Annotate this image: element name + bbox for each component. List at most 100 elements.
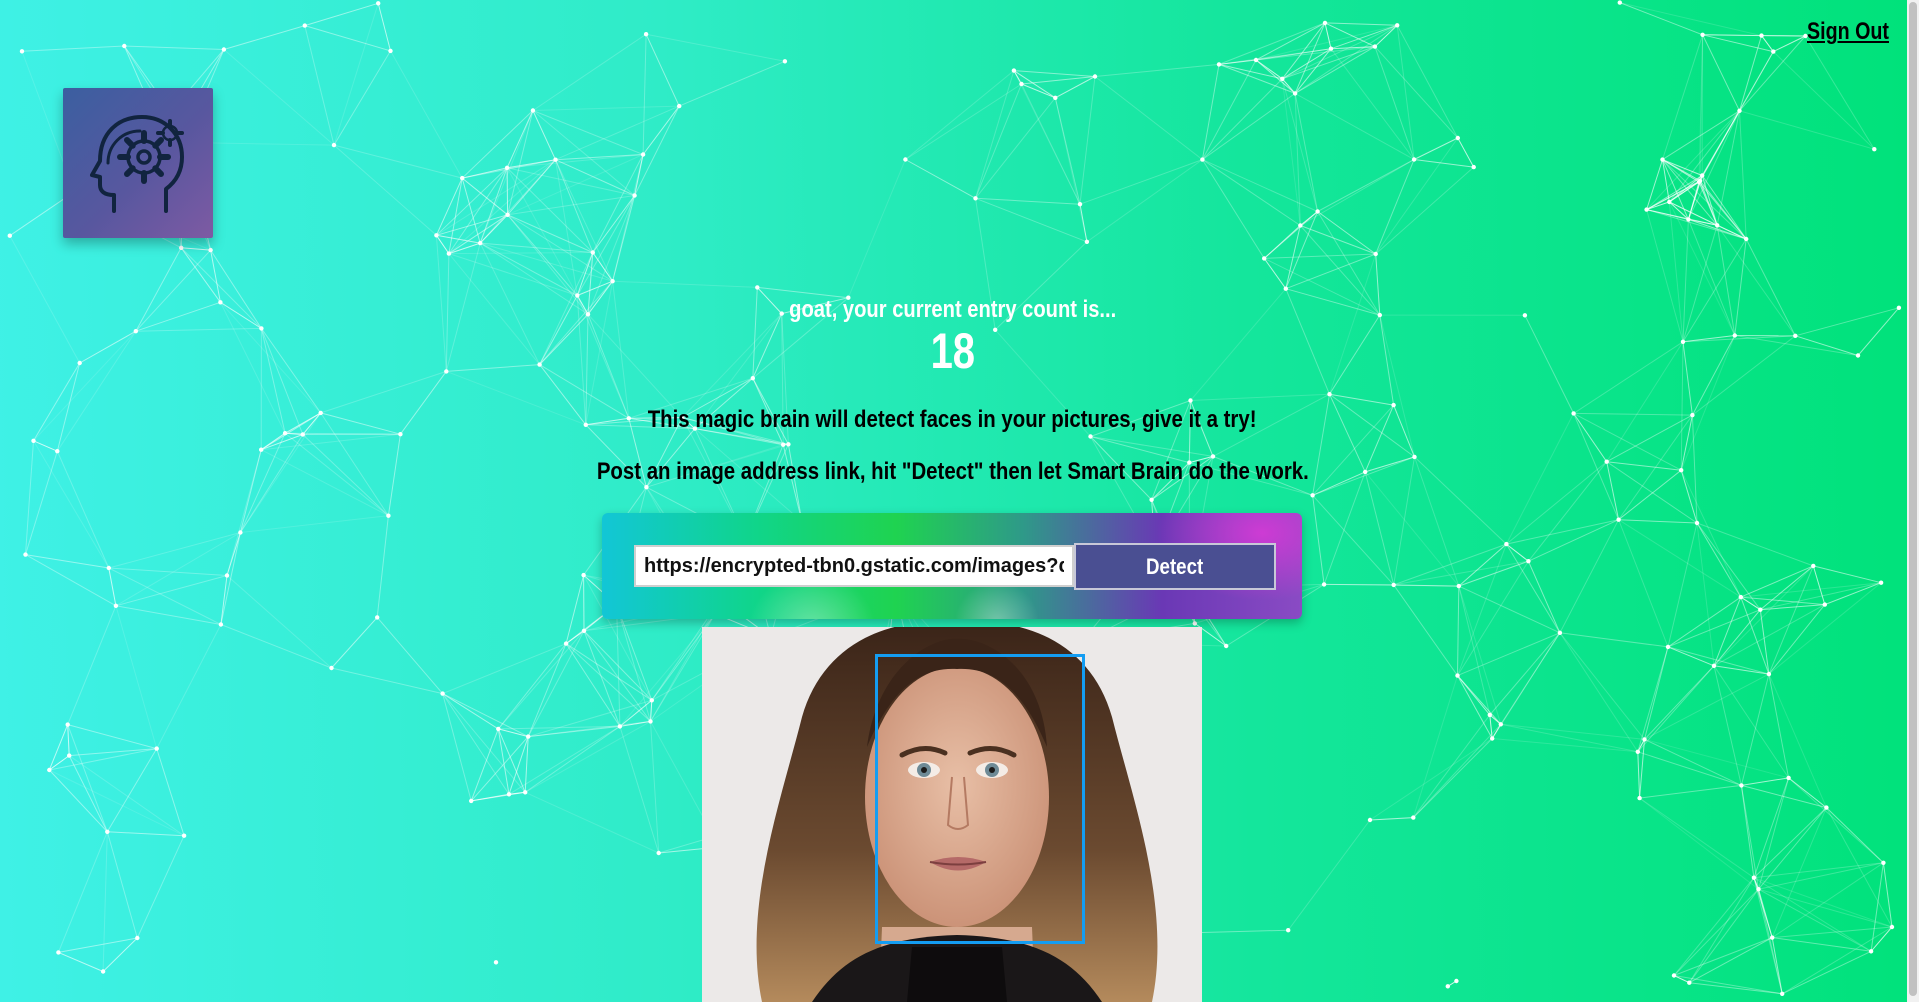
particle-link	[1300, 225, 1376, 255]
detect-button[interactable]: Detect	[1074, 543, 1276, 590]
particle-link	[49, 748, 157, 771]
particle-dot	[1786, 775, 1791, 781]
particle-link	[108, 567, 228, 576]
particle-dot	[106, 565, 112, 571]
particle-link	[1190, 393, 1330, 401]
particle-link	[1457, 632, 1561, 677]
particle-link	[470, 728, 499, 802]
particle-link	[115, 605, 158, 749]
particle-dot	[1315, 209, 1320, 214]
particle-link	[1759, 609, 1770, 675]
particle-link	[1330, 24, 1398, 50]
particle-link	[1500, 723, 1638, 753]
particle-link	[1369, 817, 1414, 821]
particle-link	[67, 605, 117, 725]
entry-rank: goat, your current entry count is... 18	[0, 296, 1905, 380]
particle-link	[1263, 258, 1287, 289]
particle-link	[1701, 175, 1747, 240]
particle-dot	[1192, 621, 1198, 626]
particle-dot	[640, 152, 646, 157]
particle-link	[1202, 159, 1301, 226]
particle-link	[905, 83, 1022, 160]
particle-link	[1781, 950, 1872, 995]
particle-link	[1689, 937, 1773, 984]
particle-dot	[1881, 860, 1886, 865]
particle-dot	[1262, 256, 1267, 261]
particle-link	[1701, 175, 1718, 226]
particle-dot	[1298, 223, 1303, 228]
particle-dot	[1504, 541, 1509, 547]
particle-link	[975, 197, 1081, 205]
particle-dot	[1373, 251, 1378, 257]
particle-link	[532, 105, 680, 111]
particle-link	[1412, 714, 1491, 818]
particle-dot	[388, 48, 393, 54]
particle-link	[108, 532, 241, 569]
particle-dot	[1011, 68, 1017, 73]
particle-dot	[1766, 671, 1772, 677]
particle-link	[528, 720, 651, 738]
particle-dot	[31, 438, 36, 443]
image-url-input[interactable]	[634, 545, 1074, 587]
particle-link	[108, 567, 117, 606]
particle-link	[1287, 819, 1371, 931]
particle-dot	[1738, 594, 1744, 600]
particle-dot	[1253, 57, 1259, 63]
particle-link	[1329, 393, 1394, 406]
particle-link	[1528, 519, 1619, 562]
particle-link	[507, 154, 644, 169]
particle-link	[1788, 777, 1884, 864]
particle-dot	[1557, 630, 1563, 635]
particle-dot	[1455, 673, 1460, 678]
particle-dot	[526, 734, 531, 739]
particle-dot	[375, 615, 380, 620]
particle-dot	[67, 753, 72, 758]
particle-link	[1753, 877, 1872, 952]
particle-dot	[1635, 749, 1641, 754]
particle-link	[1667, 646, 1715, 667]
particle-dot	[1872, 147, 1877, 152]
scrollbar-thumb[interactable]	[1909, 2, 1917, 996]
particle-dot	[1327, 392, 1332, 397]
particle-dot	[460, 175, 465, 181]
particle-link	[1375, 137, 1459, 255]
particle-link	[679, 60, 786, 107]
particle-link	[331, 667, 443, 695]
particle-link	[136, 835, 185, 939]
particle-link	[226, 575, 332, 669]
particle-link	[1713, 604, 1826, 667]
app-logo[interactable]	[63, 88, 213, 238]
sign-out-link[interactable]: Sign Out	[1807, 18, 1889, 46]
particle-dot	[1687, 980, 1692, 985]
particle-dot	[1770, 935, 1775, 940]
particle-link	[1637, 751, 1742, 786]
particle-link	[576, 252, 594, 296]
particle-dot	[1737, 108, 1742, 114]
particle-link	[156, 624, 222, 749]
particle-link	[1263, 225, 1301, 259]
particle-link	[115, 605, 221, 625]
particle-dot	[1310, 493, 1315, 498]
particle-link	[1758, 777, 1790, 890]
particle-dot	[1697, 178, 1703, 183]
particle-link	[57, 831, 108, 953]
particle-link	[1768, 582, 1882, 675]
particle-link	[565, 643, 653, 701]
particle-dot	[1715, 223, 1720, 228]
particle-dot	[1200, 157, 1205, 162]
particle-link	[1739, 35, 1762, 111]
particle-link	[1414, 159, 1474, 168]
particle-dot	[530, 108, 536, 113]
particle-dot	[259, 447, 264, 452]
particle-dot	[903, 157, 908, 162]
particle-link	[612, 280, 758, 288]
vertical-scrollbar[interactable]	[1907, 0, 1919, 1002]
particle-link	[1882, 862, 1893, 928]
particle-link	[1374, 46, 1415, 160]
particle-link	[1781, 926, 1893, 995]
particle-dot	[610, 279, 615, 284]
entry-count-message: goat, your current entry count is...	[788, 296, 1117, 323]
particle-link	[304, 25, 335, 146]
particle-link	[1090, 436, 1214, 457]
particle-link	[479, 110, 534, 244]
